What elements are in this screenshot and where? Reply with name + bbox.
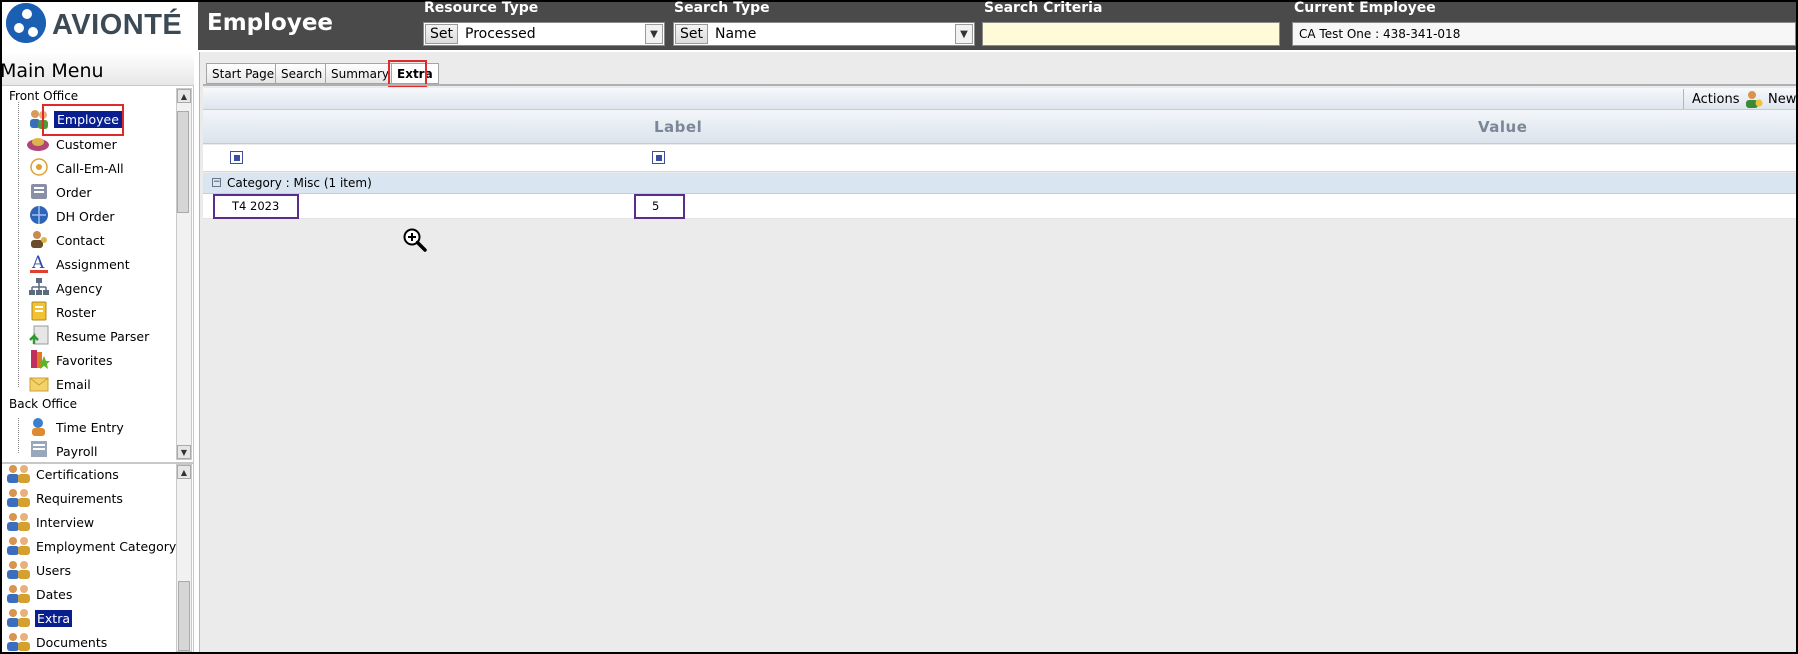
current-employee-value: CA Test One : 438-341-018	[1299, 27, 1461, 41]
people-icon	[6, 512, 32, 535]
sidebar-item-favorites[interactable]: Favorites	[56, 353, 112, 368]
list-item-documents[interactable]: Documents	[36, 635, 107, 650]
filter-label-icon[interactable]	[230, 151, 243, 164]
people-icon	[6, 464, 32, 487]
actions-button[interactable]: Actions	[1692, 92, 1740, 107]
resume-parser-icon	[28, 324, 50, 349]
search-criteria-label: Search Criteria	[984, 0, 1103, 16]
agency-icon	[28, 276, 50, 301]
time-entry-icon	[28, 415, 50, 440]
current-employee-label: Current Employee	[1294, 0, 1436, 16]
tab-divider	[203, 84, 1796, 86]
sidebar-item-payroll[interactable]: Payroll	[56, 444, 98, 459]
grid-header	[203, 110, 1796, 144]
cell-label[interactable]: T4 2023	[232, 199, 279, 213]
list-item-users[interactable]: Users	[36, 563, 71, 578]
chevron-down-icon[interactable]: ▼	[955, 24, 973, 44]
list-item-requirements[interactable]: Requirements	[36, 491, 123, 506]
group-label: Category : Misc (1 item)	[227, 176, 372, 190]
search-type-set-button[interactable]: Set	[675, 24, 708, 44]
scroll-down-icon[interactable]: ▼	[177, 445, 191, 459]
front-office-label: Front Office	[9, 89, 79, 103]
customer-icon	[26, 133, 50, 156]
people-icon	[6, 608, 32, 631]
sidebar-item-dh-order[interactable]: DH Order	[56, 209, 115, 224]
tree-connector	[18, 418, 19, 453]
sidebar-item-customer[interactable]: Customer	[56, 137, 117, 152]
tab-search[interactable]: Search	[275, 63, 329, 84]
tree-connector	[18, 102, 19, 387]
search-type-dropdown[interactable]: Set Name ▼	[673, 22, 975, 46]
people-icon	[6, 536, 32, 559]
order-icon	[28, 180, 50, 205]
zoom-in-cursor-icon	[402, 227, 428, 256]
cell-value[interactable]: 5	[652, 199, 659, 213]
filter-row	[203, 145, 1796, 172]
action-bar	[203, 88, 1796, 110]
main-menu-title: Main Menu	[0, 60, 104, 82]
contact-icon	[28, 228, 50, 253]
column-header-label[interactable]: Label	[654, 118, 702, 136]
list-item-extra[interactable]: Extra	[35, 610, 72, 627]
new-user-icon	[1743, 89, 1763, 112]
chevron-down-icon[interactable]: ▼	[645, 24, 663, 44]
favorites-icon	[28, 348, 50, 373]
list-scrollbar[interactable]: ▲	[176, 464, 192, 652]
search-type-label: Search Type	[674, 0, 770, 16]
toolbar-separator	[1683, 89, 1684, 109]
list-scroll-thumb[interactable]	[178, 581, 190, 651]
sidebar-item-time-entry[interactable]: Time Entry	[56, 420, 124, 435]
table-row[interactable]	[203, 194, 1796, 219]
tree-scroll-thumb[interactable]	[177, 111, 189, 213]
back-office-label: Back Office	[9, 397, 77, 411]
scroll-up-icon[interactable]: ▲	[177, 465, 191, 479]
people-icon	[6, 560, 32, 583]
sidebar-item-call-em-all[interactable]: Call-Em-All	[56, 161, 124, 176]
resource-type-dropdown[interactable]: Set Processed ▼	[423, 22, 665, 46]
filter-value-icon[interactable]	[652, 151, 665, 164]
sidebar-item-employee[interactable]: Employee	[54, 111, 122, 128]
payroll-icon	[28, 439, 50, 460]
resource-type-value: Processed	[465, 26, 536, 42]
sidebar-item-agency[interactable]: Agency	[56, 281, 102, 296]
list-item-certifications[interactable]: Certifications	[36, 467, 119, 482]
value-cell-highlight	[634, 194, 685, 219]
page-title: Employee	[207, 10, 334, 36]
group-row[interactable]	[203, 173, 1796, 194]
search-type-value: Name	[715, 26, 757, 42]
extra-tab-highlight	[388, 60, 427, 87]
new-button[interactable]: New	[1768, 92, 1796, 107]
tab-summary[interactable]: Summary	[325, 63, 395, 84]
sidebar-item-assignment[interactable]: Assignment	[56, 257, 130, 272]
call-em-all-icon	[28, 156, 50, 181]
tab-start-page[interactable]: Start Page	[206, 63, 281, 84]
email-icon	[28, 372, 50, 397]
resource-type-set-button[interactable]: Set	[425, 24, 458, 44]
people-icon	[6, 584, 32, 607]
search-criteria-input[interactable]	[982, 22, 1280, 46]
avionte-logo-icon	[6, 3, 46, 43]
list-item-dates[interactable]: Dates	[36, 587, 72, 602]
sidebar-item-resume-parser[interactable]: Resume Parser	[56, 329, 149, 344]
tree-scrollbar[interactable]: ▲ ▼	[176, 88, 192, 460]
list-item-employment-category[interactable]: Employment Category	[36, 539, 176, 554]
assignment-icon: A	[28, 252, 50, 277]
current-employee-field[interactable]: CA Test One : 438-341-018	[1292, 22, 1796, 46]
dh-order-icon	[28, 204, 50, 229]
sidebar-item-order[interactable]: Order	[56, 185, 92, 200]
resource-type-label: Resource Type	[424, 0, 539, 16]
column-header-value[interactable]: Value	[1478, 118, 1527, 136]
roster-icon	[28, 300, 50, 325]
people-icon	[6, 632, 32, 654]
sidebar-item-roster[interactable]: Roster	[56, 305, 96, 320]
collapse-icon[interactable]: −	[212, 178, 221, 187]
brand-name: AVIONTÉ	[52, 9, 183, 41]
scroll-up-icon[interactable]: ▲	[177, 89, 191, 103]
sidebar-item-email[interactable]: Email	[56, 377, 91, 392]
list-item-interview[interactable]: Interview	[36, 515, 94, 530]
people-icon	[6, 488, 32, 511]
sidebar-item-contact[interactable]: Contact	[56, 233, 105, 248]
